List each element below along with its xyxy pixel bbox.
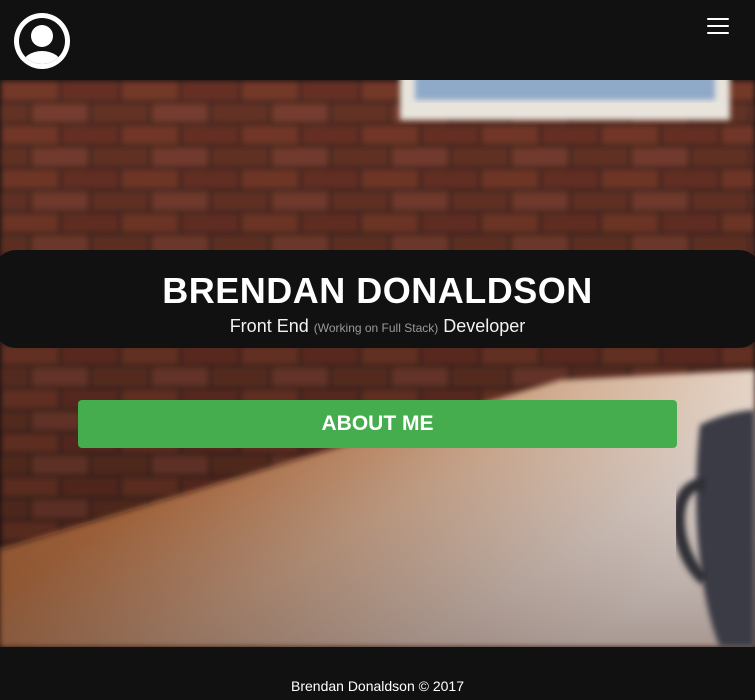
user-circle-icon[interactable] bbox=[14, 13, 70, 69]
footer-copyright: Brendan Donaldson © 2017 bbox=[291, 678, 464, 694]
hero-section: BRENDAN DONALDSON Front End (Working on … bbox=[0, 80, 755, 647]
hero-background-image bbox=[0, 80, 755, 647]
name-banner: BRENDAN DONALDSON Front End (Working on … bbox=[0, 250, 755, 348]
about-me-button[interactable]: ABOUT ME bbox=[78, 400, 677, 448]
hero-name: BRENDAN DONALDSON bbox=[162, 270, 593, 311]
role-note: (Working on Full Stack) bbox=[313, 321, 439, 335]
footer: Brendan Donaldson © 2017 bbox=[0, 647, 755, 700]
role-suffix: Developer bbox=[443, 316, 526, 336]
role-prefix: Front End bbox=[229, 316, 309, 336]
hero-subtitle: Front End (Working on Full Stack) Develo… bbox=[0, 316, 755, 337]
hamburger-icon[interactable] bbox=[704, 14, 732, 38]
navbar bbox=[0, 0, 755, 80]
